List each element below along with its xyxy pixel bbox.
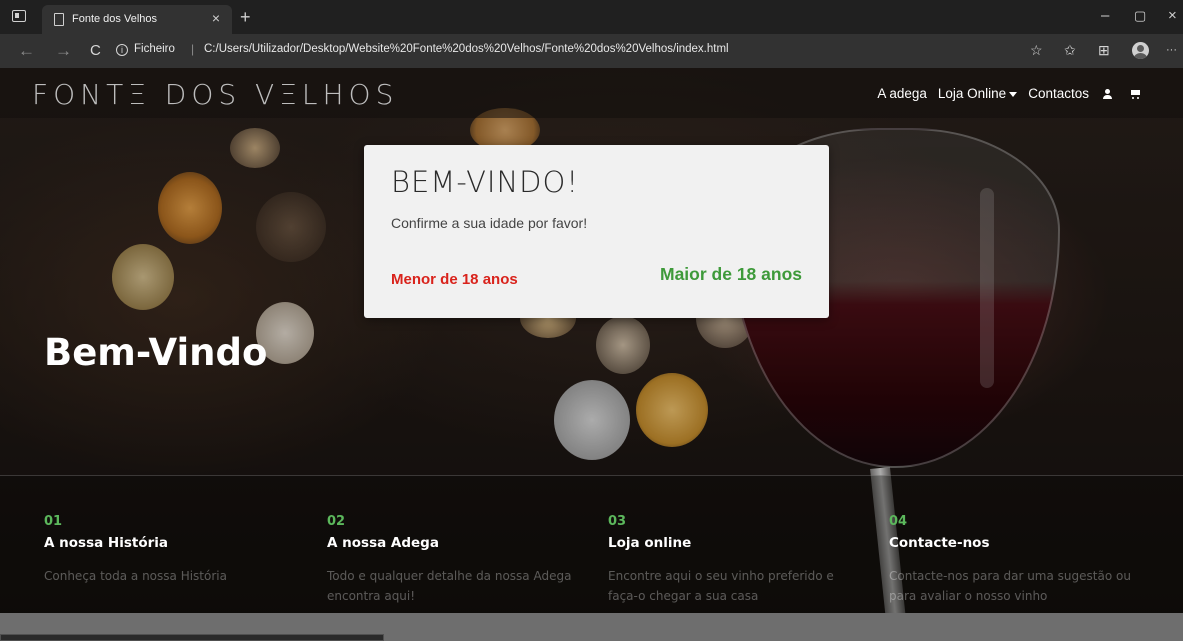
feature-description: Contacte-nos para dar uma sugestão ou pa… [889, 569, 1131, 603]
forward-button[interactable]: → [55, 41, 72, 61]
back-button[interactable]: ← [18, 41, 35, 61]
feature-title: Contacte-nos [889, 535, 990, 551]
new-tab-button[interactable]: + [240, 7, 251, 28]
feature-description: Todo e qualquer detalhe da nossa Adega e… [327, 569, 572, 603]
feature-description: Conheça toda a nossa História [44, 569, 227, 583]
caret-down-icon [1009, 91, 1018, 97]
cart-icon[interactable] [1129, 89, 1141, 99]
tab-close-icon[interactable]: × [212, 10, 220, 26]
feature-number: 04 [889, 514, 908, 529]
collections-icon[interactable]: ⊞ [1098, 42, 1110, 59]
hero-title: Bem-Vindo [44, 331, 268, 374]
modal-subtitle: Confirme a sua idade por favor! [391, 215, 588, 231]
address-separator: | [191, 42, 195, 56]
modal-title: BEM-VINDO! [391, 165, 579, 199]
tab-title: Fonte dos Velhos [72, 13, 158, 25]
features-section: 01 A nossa História Conheça toda a nossa… [0, 475, 1183, 615]
nav-link-adega[interactable]: A adega [877, 86, 927, 101]
site-logo[interactable]: FONTΞ DOS VΞLHOS [32, 78, 398, 111]
read-aloud-icon[interactable]: ☆ [1030, 42, 1043, 59]
user-icon[interactable] [1102, 88, 1112, 99]
nav-link-contactos[interactable]: Contactos [1028, 86, 1089, 101]
info-icon[interactable]: i [116, 44, 128, 56]
feature-title: Loja online [608, 535, 692, 551]
nav-links: A adega Loja Online Contactos [877, 86, 1141, 101]
maximize-button[interactable]: ▢ [1134, 8, 1146, 24]
address-scheme-label: Ficheiro [134, 43, 175, 55]
more-icon[interactable]: ··· [1166, 44, 1177, 56]
profile-icon[interactable] [1132, 42, 1149, 59]
feature-title: A nossa História [44, 535, 168, 551]
tab-actions-icon[interactable] [12, 10, 26, 22]
browser-tab[interactable]: Fonte dos Velhos × [42, 5, 232, 34]
address-url[interactable]: C:/Users/Utilizador/Desktop/Website%20Fo… [204, 43, 729, 55]
feature-number: 01 [44, 514, 63, 529]
site-navbar: FONTΞ DOS VΞLHOS A adega Loja Online Con… [0, 68, 1183, 118]
feature-card[interactable]: 01 A nossa História Conheça toda a nossa… [44, 514, 314, 586]
reload-button[interactable]: C [90, 42, 101, 59]
feature-title: A nossa Adega [327, 535, 439, 551]
over-18-button[interactable]: Maior de 18 anos [660, 264, 802, 285]
feature-card[interactable]: 04 Contacte-nos Contacte-nos para dar um… [889, 514, 1159, 606]
close-window-button[interactable]: × [1168, 7, 1177, 24]
browser-toolbar: ← → C i Ficheiro | C:/Users/Utilizador/D… [0, 34, 1183, 68]
favorites-icon[interactable]: ✩ [1064, 42, 1076, 59]
feature-number: 02 [327, 514, 346, 529]
page-viewport: FONTΞ DOS VΞLHOS A adega Loja Online Con… [0, 68, 1183, 641]
feature-description: Encontre aqui o seu vinho preferido e fa… [608, 569, 834, 603]
feature-number: 03 [608, 514, 627, 529]
document-icon [54, 13, 64, 26]
feature-card[interactable]: 02 A nossa Adega Todo e qualquer detalhe… [327, 514, 592, 606]
browser-tab-bar: Fonte dos Velhos × + – ▢ × [0, 0, 1183, 34]
address-bar[interactable]: i Ficheiro | C:/Users/Utilizador/Desktop… [116, 39, 1016, 63]
age-verification-modal: BEM-VINDO! Confirme a sua idade por favo… [364, 145, 829, 318]
feature-card[interactable]: 03 Loja online Encontre aqui o seu vinho… [608, 514, 858, 606]
minimize-button[interactable]: – [1101, 7, 1109, 24]
nav-dropdown-loja[interactable]: Loja Online [937, 86, 1018, 101]
under-18-button[interactable]: Menor de 18 anos [391, 271, 518, 288]
nav-link-loja-label: Loja Online [937, 86, 1007, 101]
status-tooltip [0, 634, 384, 641]
